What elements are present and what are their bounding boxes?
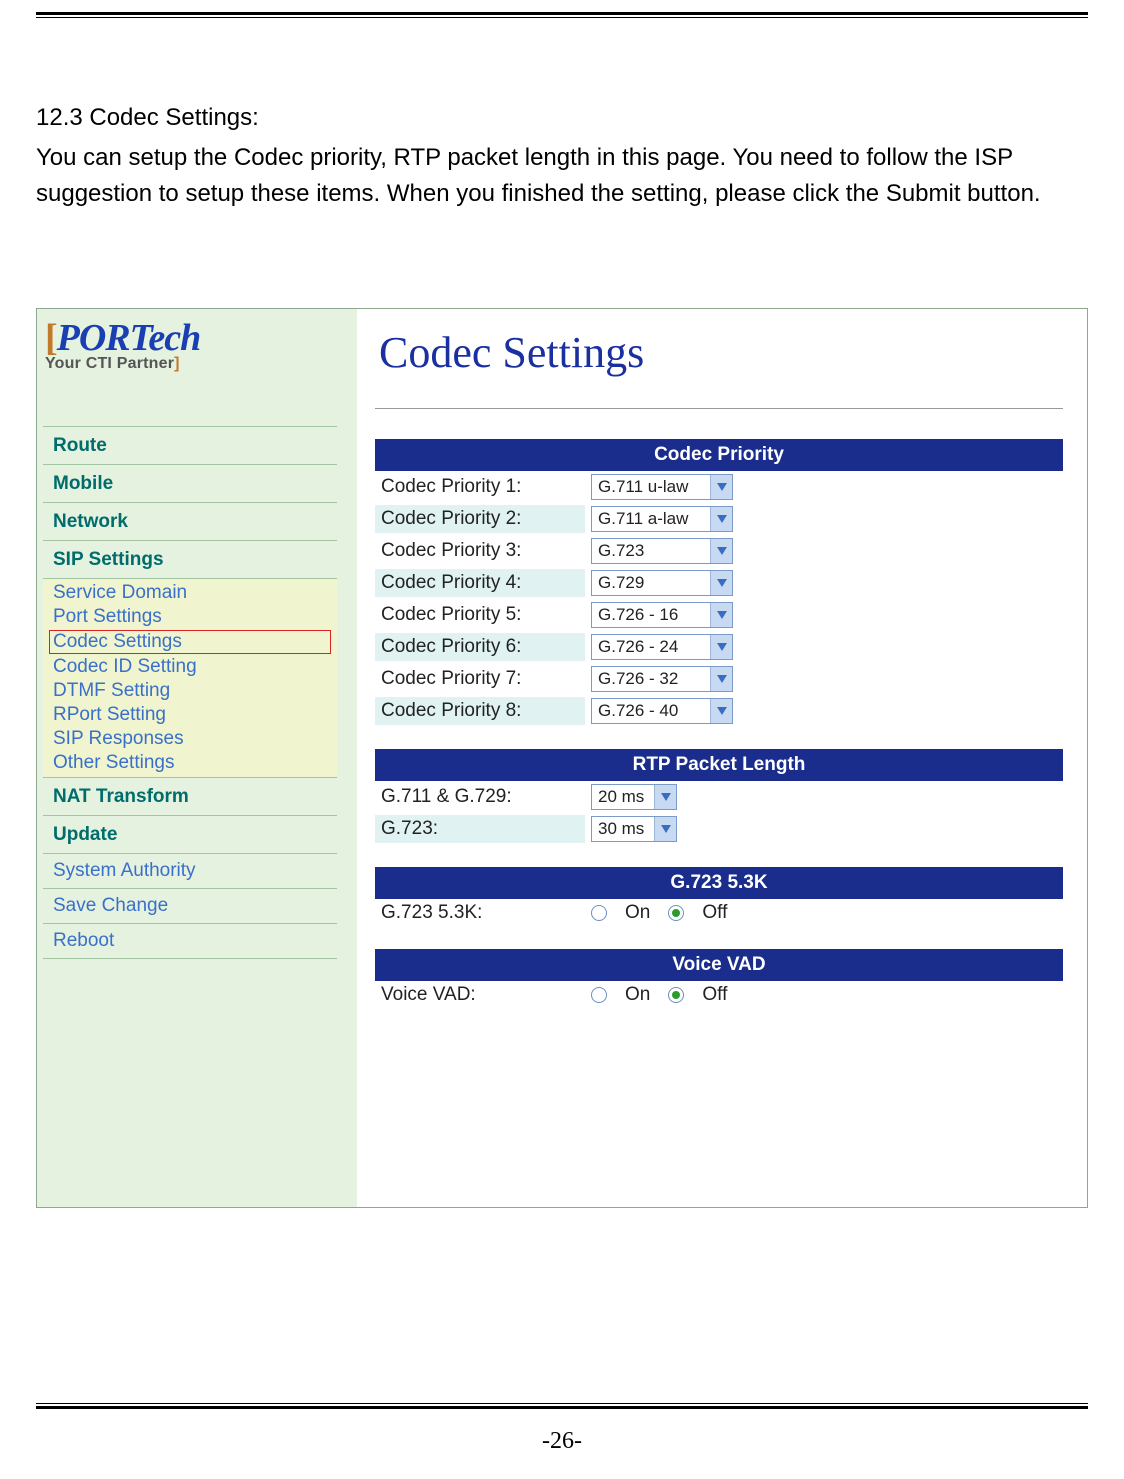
nav-mobile[interactable]: Mobile (43, 465, 337, 503)
chevron-down-icon (710, 571, 732, 595)
nav-port-settings[interactable]: Port Settings (43, 605, 337, 629)
rtp-g723-label: G.723: (375, 815, 585, 843)
nav-network[interactable]: Network (43, 503, 337, 541)
codec-priority-4-select[interactable]: G.729 (591, 570, 733, 596)
g723-table: G.723 5.3K G.723 5.3K: On Off (375, 867, 1063, 927)
codec-priority-4-label: Codec Priority 4: (375, 569, 585, 597)
logo-wordmark: [PORTech (45, 319, 349, 357)
nav-codec-id-setting[interactable]: Codec ID Setting (43, 655, 337, 679)
chevron-down-icon (710, 603, 732, 627)
codec-priority-2-select[interactable]: G.711 a-law (591, 506, 733, 532)
content: Codec Settings Codec Priority Codec Prio… (357, 309, 1087, 1207)
g723-header: G.723 5.3K (375, 867, 1063, 899)
codec-priority-7-label: Codec Priority 7: (375, 665, 585, 693)
codec-priority-6-label: Codec Priority 6: (375, 633, 585, 661)
codec-priority-8-label: Codec Priority 8: (375, 697, 585, 725)
codec-priority-header: Codec Priority (375, 439, 1063, 471)
codec-priority-8-select[interactable]: G.726 - 40 (591, 698, 733, 724)
chevron-down-icon (710, 539, 732, 563)
g723-label: G.723 5.3K: (375, 899, 585, 927)
vad-off-radio[interactable] (668, 987, 684, 1003)
g723-on-radio[interactable] (591, 905, 607, 921)
codec-priority-3-select[interactable]: G.723 (591, 538, 733, 564)
nav-nat-transform[interactable]: NAT Transform (43, 778, 337, 816)
chevron-down-icon (710, 667, 732, 691)
sidebar: [PORTech Your CTI Partner] Route Mobile … (37, 309, 357, 1207)
bottom-rule (36, 1403, 1088, 1409)
rtp-g723-select[interactable]: 30 ms (591, 816, 677, 842)
nav-rport-setting[interactable]: RPort Setting (43, 703, 337, 727)
vad-on-label: On (625, 984, 650, 1006)
vad-table: Voice VAD Voice VAD: On Off (375, 949, 1063, 1009)
section-number-title: 12.3 Codec Settings: (36, 100, 1044, 136)
chevron-down-icon (710, 699, 732, 723)
codec-priority-2-label: Codec Priority 2: (375, 505, 585, 533)
top-rule (36, 12, 1088, 18)
nav-save-change[interactable]: Save Change (43, 889, 337, 924)
chevron-down-icon (710, 475, 732, 499)
chevron-down-icon (710, 635, 732, 659)
g723-on-label: On (625, 902, 650, 924)
nav-other-settings[interactable]: Other Settings (43, 751, 337, 775)
nav-codec-settings[interactable]: Codec Settings (49, 630, 331, 654)
chevron-down-icon (710, 507, 732, 531)
rtp-header: RTP Packet Length (375, 749, 1063, 781)
vad-header: Voice VAD (375, 949, 1063, 981)
nav-sip-submenu: Service Domain Port Settings Codec Setti… (43, 579, 337, 778)
nav-route[interactable]: Route (43, 427, 337, 465)
codec-priority-6-select[interactable]: G.726 - 24 (591, 634, 733, 660)
divider (375, 408, 1063, 409)
chevron-down-icon (654, 785, 676, 809)
section-paragraph: You can setup the Codec priority, RTP pa… (36, 140, 1044, 212)
app-screenshot: [PORTech Your CTI Partner] Route Mobile … (36, 308, 1088, 1208)
codec-priority-1-label: Codec Priority 1: (375, 473, 585, 501)
g723-off-label: Off (702, 902, 727, 924)
page-title: Codec Settings (379, 327, 1063, 378)
logo: [PORTech Your CTI Partner] (37, 313, 357, 387)
nav-system-authority[interactable]: System Authority (43, 854, 337, 889)
nav-sip-responses[interactable]: SIP Responses (43, 727, 337, 751)
codec-priority-7-select[interactable]: G.726 - 32 (591, 666, 733, 692)
vad-label: Voice VAD: (375, 981, 585, 1009)
g723-off-radio[interactable] (668, 905, 684, 921)
codec-priority-3-label: Codec Priority 3: (375, 537, 585, 565)
nav-dtmf-setting[interactable]: DTMF Setting (43, 679, 337, 703)
nav-reboot[interactable]: Reboot (43, 924, 337, 959)
nav-spacer (43, 387, 337, 427)
page-number: -26- (0, 1428, 1124, 1455)
rtp-g711-label: G.711 & G.729: (375, 783, 585, 811)
vad-off-label: Off (702, 984, 727, 1006)
nav-update[interactable]: Update (43, 816, 337, 854)
codec-priority-1-select[interactable]: G.711 u-law (591, 474, 733, 500)
rtp-g711-select[interactable]: 20 ms (591, 784, 677, 810)
codec-priority-5-select[interactable]: G.726 - 16 (591, 602, 733, 628)
codec-priority-5-label: Codec Priority 5: (375, 601, 585, 629)
vad-on-radio[interactable] (591, 987, 607, 1003)
nav-sip-settings[interactable]: SIP Settings (43, 541, 337, 579)
rtp-table: RTP Packet Length G.711 & G.729:20 ms G.… (375, 749, 1063, 845)
body-text: 12.3 Codec Settings: You can setup the C… (36, 100, 1044, 212)
nav-service-domain[interactable]: Service Domain (43, 581, 337, 605)
chevron-down-icon (654, 817, 676, 841)
codec-priority-table: Codec Priority Codec Priority 1:G.711 u-… (375, 439, 1063, 727)
